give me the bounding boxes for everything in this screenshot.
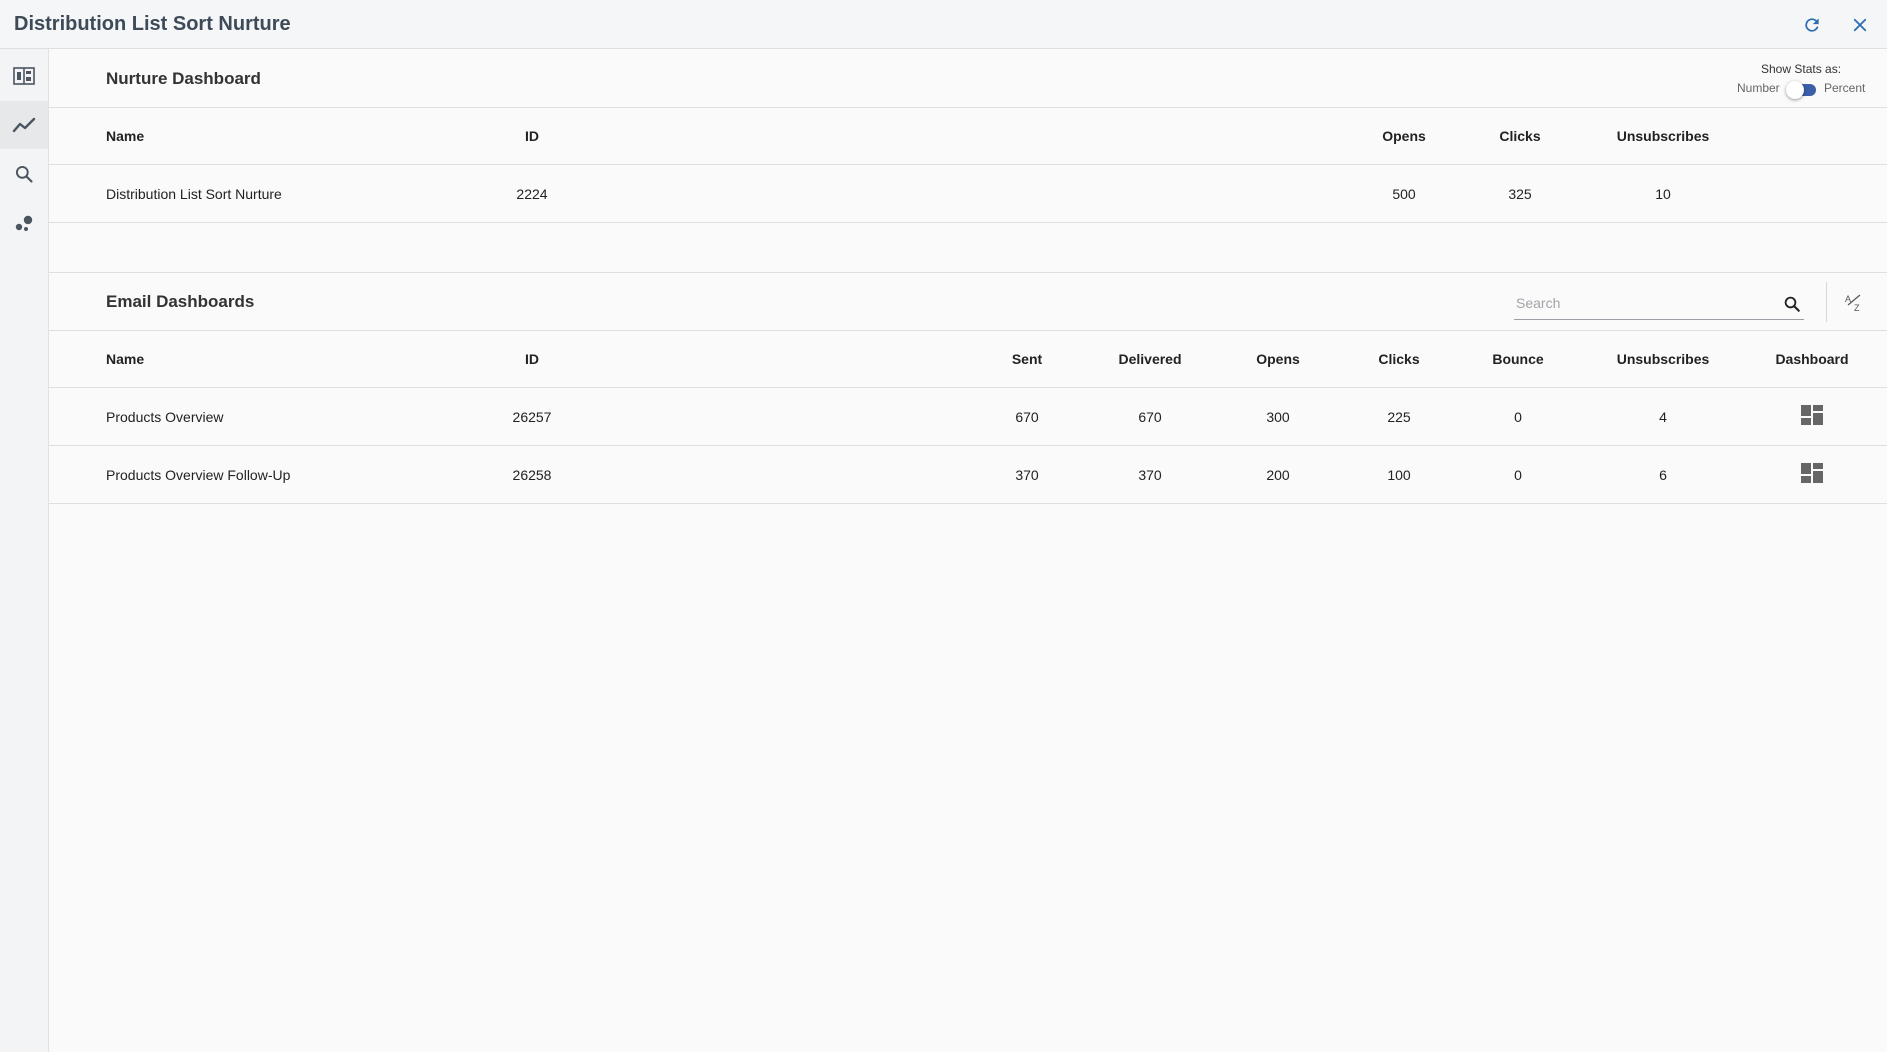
divider	[49, 330, 1887, 331]
toggle-knob	[1786, 81, 1804, 99]
divider	[49, 164, 1887, 165]
row-id: 2224	[516, 186, 548, 202]
close-button[interactable]	[1847, 12, 1873, 38]
scatter-dots-icon	[15, 215, 33, 231]
close-icon	[1853, 18, 1867, 32]
sort-button[interactable]: A Z	[1840, 289, 1870, 317]
row-delivered: 370	[1138, 467, 1162, 483]
divider	[49, 107, 1887, 108]
sidebar-item-insights[interactable]	[0, 199, 48, 247]
column-header-clicks[interactable]: Clicks	[1499, 128, 1540, 144]
row-sent: 670	[1015, 409, 1039, 425]
row-delivered: 670	[1138, 409, 1162, 425]
column-header-dashboard: Dashboard	[1775, 351, 1849, 367]
search-button[interactable]	[1780, 292, 1804, 316]
search-input[interactable]	[1514, 294, 1768, 312]
title-bar: Distribution List Sort Nurture	[0, 0, 1887, 49]
row-name: Products Overview	[106, 409, 224, 425]
column-header-name[interactable]: Name	[106, 128, 144, 144]
row-sent: 370	[1015, 467, 1039, 483]
nurture-dashboard-title: Nurture Dashboard	[106, 69, 261, 88]
divider	[49, 445, 1887, 446]
row-bounce: 0	[1514, 467, 1522, 483]
row-name: Distribution List Sort Nurture	[106, 186, 282, 202]
row-name: Products Overview Follow-Up	[106, 467, 291, 483]
toolbar-divider	[1826, 282, 1827, 322]
row-clicks: 225	[1387, 409, 1411, 425]
search-icon	[15, 165, 33, 183]
search-icon	[1784, 296, 1800, 312]
sidebar-item-search[interactable]	[0, 150, 48, 198]
search-box	[1514, 288, 1804, 320]
main-content: Nurture Dashboard Show Stats as: Number …	[49, 49, 1887, 1052]
row-bounce: 0	[1514, 409, 1522, 425]
column-header-opens[interactable]: Opens	[1256, 351, 1300, 367]
column-header-sent[interactable]: Sent	[1012, 351, 1042, 367]
column-header-name[interactable]: Name	[106, 351, 144, 367]
trend-line-icon	[12, 117, 36, 133]
divider	[49, 387, 1887, 388]
stats-mode-toggle[interactable]	[1786, 81, 1816, 99]
column-header-delivered[interactable]: Delivered	[1118, 351, 1181, 367]
show-stats-label: Show Stats as:	[1761, 62, 1842, 76]
column-header-id[interactable]: ID	[525, 351, 539, 367]
sidebar	[0, 49, 49, 1052]
row-id: 26258	[512, 467, 552, 483]
sort-alpha-icon: A Z	[1845, 294, 1861, 313]
row-opens: 500	[1392, 186, 1416, 202]
divider	[49, 272, 1887, 273]
row-unsubscribes: 10	[1655, 186, 1671, 202]
row-clicks: 100	[1387, 467, 1411, 483]
column-header-unsubscribes[interactable]: Unsubscribes	[1617, 128, 1710, 144]
stats-number-label: Number	[1737, 81, 1780, 95]
dashboard-grid-icon[interactable]	[1801, 463, 1823, 483]
row-unsubscribes: 6	[1659, 467, 1667, 483]
row-unsubscribes: 4	[1659, 409, 1667, 425]
row-opens: 300	[1266, 409, 1290, 425]
column-header-opens[interactable]: Opens	[1382, 128, 1426, 144]
dashboard-layout-icon	[13, 67, 35, 85]
row-opens: 200	[1266, 467, 1290, 483]
column-header-unsubscribes[interactable]: Unsubscribes	[1617, 351, 1710, 367]
column-header-bounce[interactable]: Bounce	[1492, 351, 1543, 367]
app-title: Distribution List Sort Nurture	[14, 13, 291, 35]
column-header-clicks[interactable]: Clicks	[1378, 351, 1419, 367]
row-id: 26257	[512, 409, 552, 425]
sidebar-item-overview[interactable]	[0, 52, 48, 100]
column-header-id[interactable]: ID	[525, 128, 539, 144]
sidebar-item-stats[interactable]	[0, 101, 48, 149]
row-clicks: 325	[1508, 186, 1532, 202]
refresh-button[interactable]	[1799, 12, 1825, 38]
divider	[49, 222, 1887, 223]
divider	[49, 503, 1887, 504]
dashboard-grid-icon[interactable]	[1801, 405, 1823, 425]
stats-percent-label: Percent	[1824, 81, 1866, 95]
email-dashboards-title: Email Dashboards	[106, 292, 255, 311]
svg-text:Z: Z	[1854, 303, 1860, 313]
refresh-icon	[1805, 18, 1819, 32]
